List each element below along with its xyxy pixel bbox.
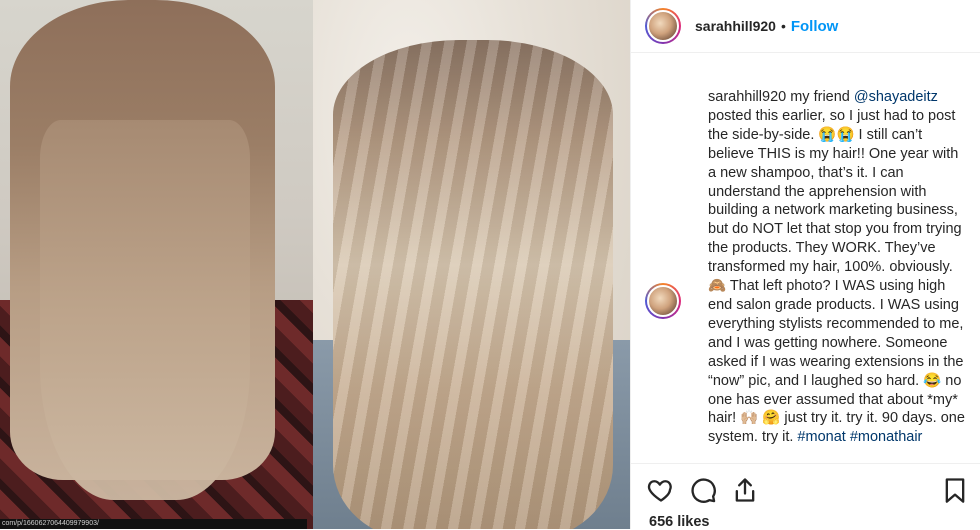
before-hair-ends xyxy=(40,120,250,500)
likes-count[interactable]: 656 likes xyxy=(649,514,709,530)
caption-username[interactable]: sarahhill920 xyxy=(708,89,786,105)
heart-icon[interactable] xyxy=(647,476,675,504)
share-icon[interactable] xyxy=(731,476,759,504)
post-photo[interactable]: com/p/1660627064409979903/ xyxy=(0,0,630,529)
caption-scroll-area[interactable]: sarahhill920 my friend @shayadeitz poste… xyxy=(645,88,975,460)
caption-part-2: posted this earlier, so I just had to po… xyxy=(708,107,965,446)
post-header: sarahhill920 • Follow xyxy=(631,0,980,53)
caption-text: sarahhill920 my friend @shayadeitz poste… xyxy=(708,88,970,447)
caption-avatar[interactable] xyxy=(645,283,681,319)
hashtag-monat[interactable]: #monat xyxy=(797,429,845,445)
bookmark-icon[interactable] xyxy=(941,476,969,504)
action-bar: 656 likes xyxy=(631,463,980,530)
follow-button[interactable]: Follow xyxy=(791,18,839,35)
hashtag-monathair[interactable]: #monathair xyxy=(850,429,923,445)
photo-watermark: com/p/1660627064409979903/ xyxy=(0,519,307,529)
after-photo xyxy=(313,0,630,529)
comment-icon[interactable] xyxy=(689,476,717,504)
post-side-panel: sarahhill920 • Follow sarahhill920 my fr… xyxy=(630,0,980,530)
author-username[interactable]: sarahhill920 xyxy=(695,18,776,34)
caption-comment: sarahhill920 my friend @shayadeitz poste… xyxy=(645,88,970,447)
caption-mention[interactable]: @shayadeitz xyxy=(854,89,938,105)
before-photo xyxy=(0,0,313,529)
after-hair xyxy=(333,40,613,529)
separator-dot: • xyxy=(780,18,786,34)
author-avatar[interactable] xyxy=(645,8,681,44)
caption-part-1: my friend xyxy=(786,89,854,105)
